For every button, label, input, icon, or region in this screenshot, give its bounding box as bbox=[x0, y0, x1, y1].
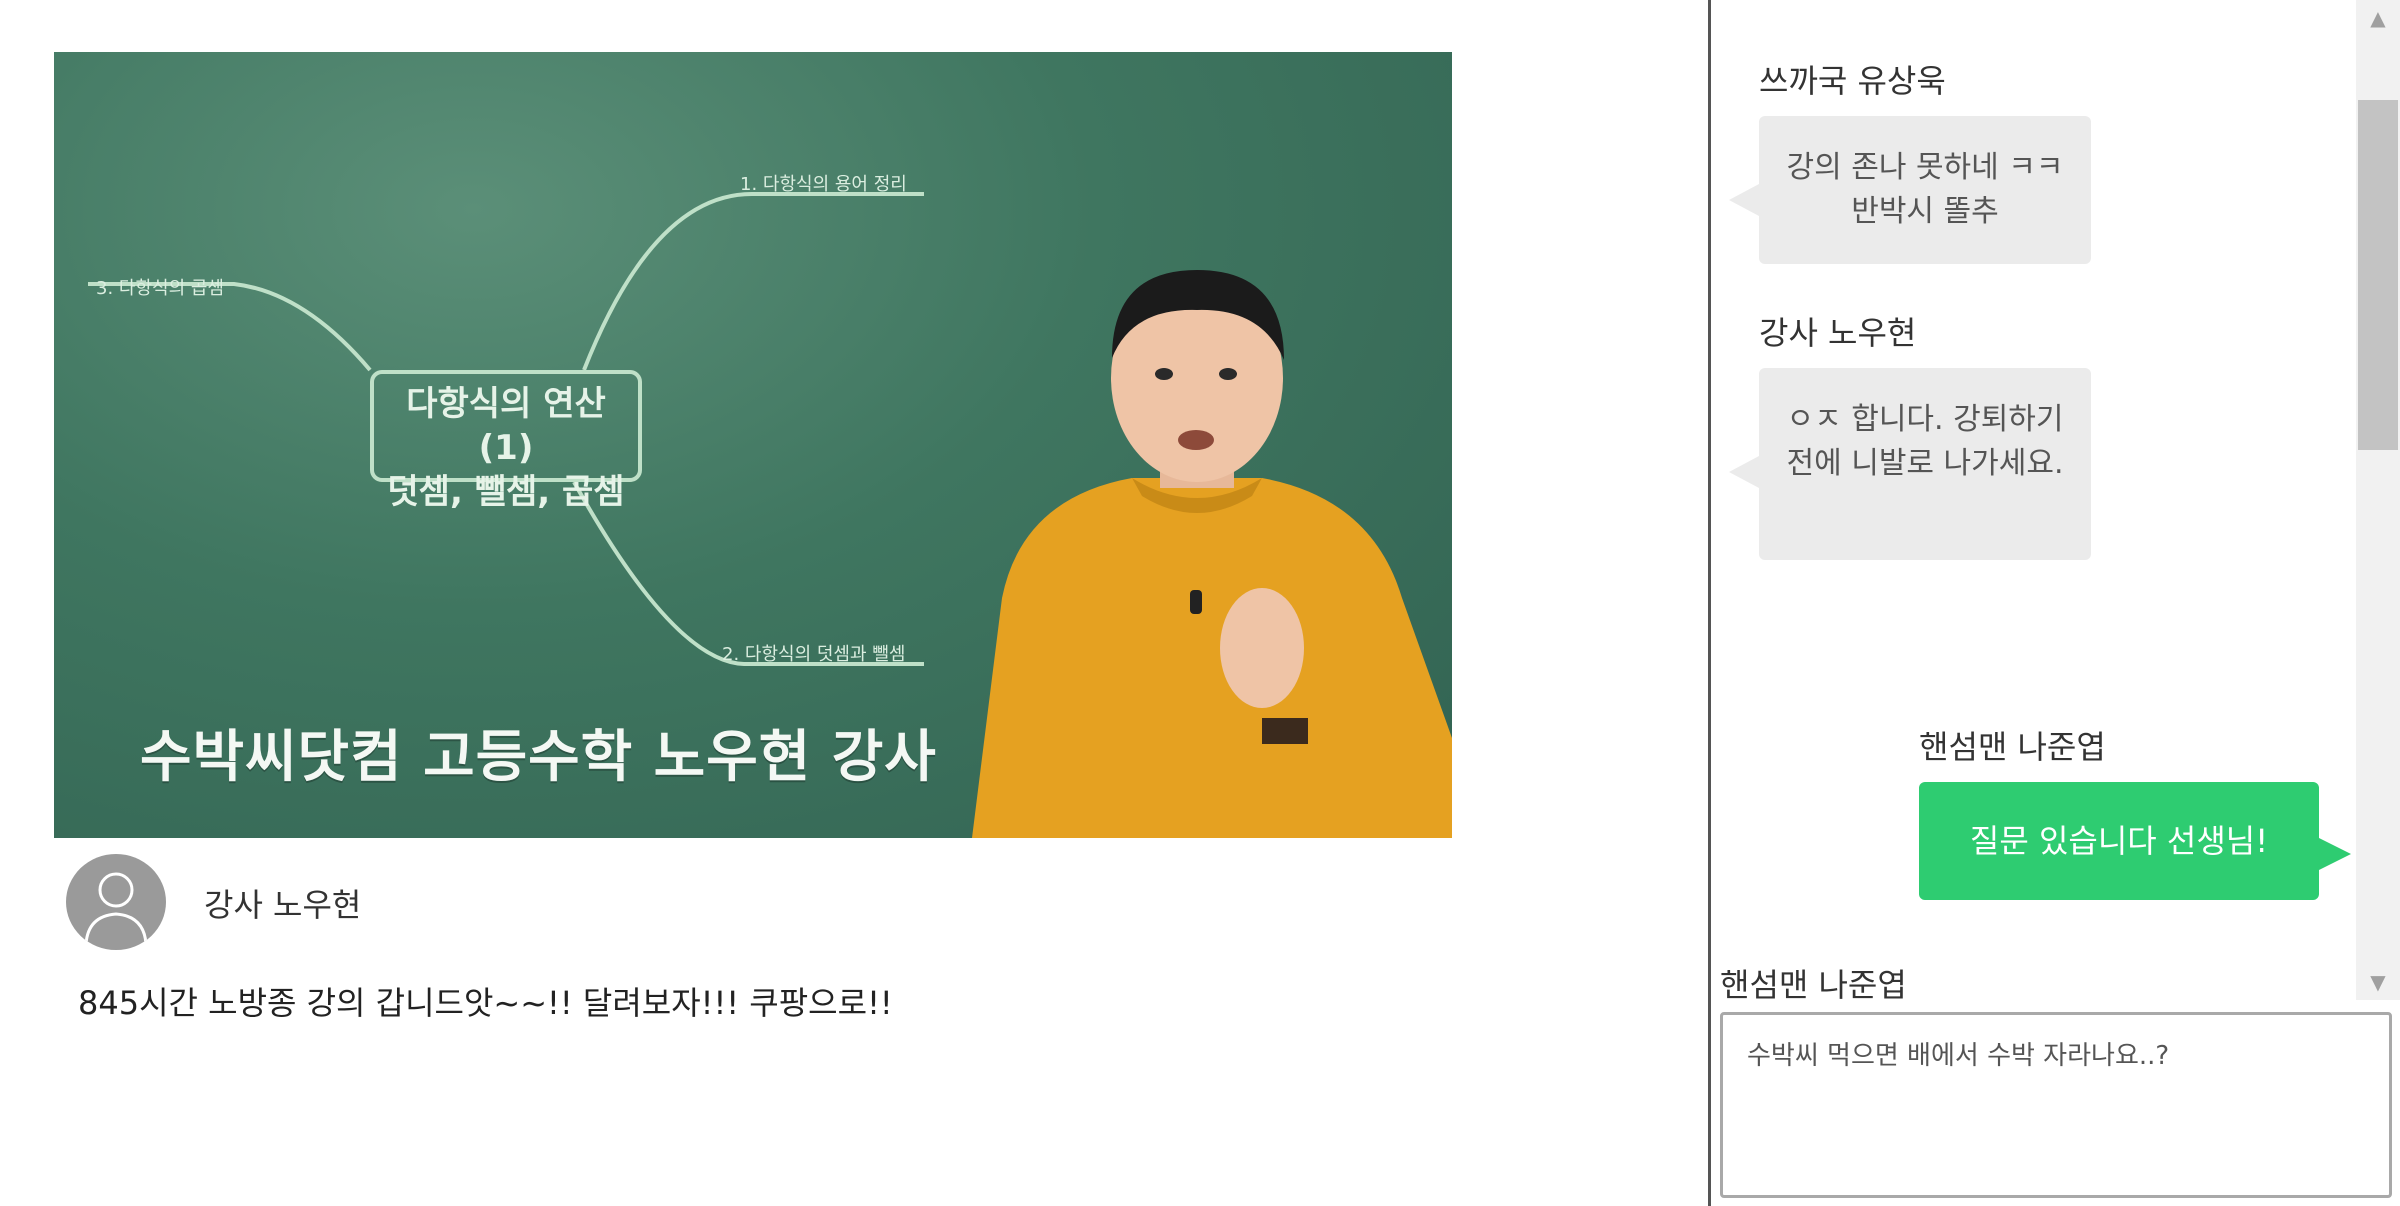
branch-label-1: 1. 다항식의 용어 정리 bbox=[740, 174, 907, 195]
message-sender: 강사 노우현 bbox=[1759, 314, 1917, 352]
message-bubble: ㅇㅈ 합니다. 강퇴하기 전에 니발로 나가세요. bbox=[1729, 368, 2091, 560]
presenter-figure bbox=[972, 270, 1452, 838]
board-title-box: 다항식의 연산 (1) 덧셈, 뺄셈, 곱셈 bbox=[370, 370, 642, 512]
triangle-up-icon[interactable]: ▲ bbox=[2356, 0, 2400, 36]
input-user-name: 핸섬맨 나준엽 bbox=[1720, 966, 1907, 1004]
board-title-line1: 다항식의 연산 (1) bbox=[406, 384, 606, 468]
chat-scrollbar[interactable]: ▲ ▼ bbox=[2356, 0, 2400, 1000]
author-name: 강사 노우현 bbox=[204, 886, 362, 924]
author-row bbox=[66, 854, 166, 950]
post-text: 845시간 노방종 강의 갑니드앗~~!! 달려보자!!! 쿠팡으로!! bbox=[78, 984, 893, 1022]
message-bubble: 강의 존나 못하네 ㅋㅋ 반박시 똘추 bbox=[1729, 116, 2091, 264]
scroll-thumb[interactable] bbox=[2358, 100, 2398, 450]
chat-input[interactable]: 수박씨 먹으면 배에서 수박 자라나요..? bbox=[1720, 1012, 2392, 1198]
chat-panel: 쓰까국 유상욱 강의 존나 못하네 ㅋㅋ 반박시 똘추 강사 노우현 ㅇㅈ 합니… bbox=[1711, 0, 2351, 1000]
triangle-down-icon[interactable]: ▼ bbox=[2356, 964, 2400, 1000]
video-caption: 수박씨닷컴 고등수학 노우현 강사 bbox=[140, 725, 937, 790]
branch-label-2: 2. 다항식의 덧셈과 뺄셈 bbox=[722, 644, 906, 665]
message-sender: 쓰까국 유상욱 bbox=[1759, 62, 1946, 100]
message-sender: 핸섬맨 나준엽 bbox=[1919, 728, 2106, 766]
video-player[interactable]: 3. 다항식의 곱셈 1. 다항식의 용어 정리 2. 다항식의 덧셈과 뺄셈 … bbox=[54, 52, 1452, 838]
my-message-bubble: 질문 있습니다 선생님! bbox=[1919, 782, 2351, 900]
user-silhouette-icon bbox=[66, 854, 166, 950]
branch-label-3: 3. 다항식의 곱셈 bbox=[96, 278, 224, 299]
board-title-line2: 덧셈, 뺄셈, 곱셈 bbox=[387, 472, 625, 512]
